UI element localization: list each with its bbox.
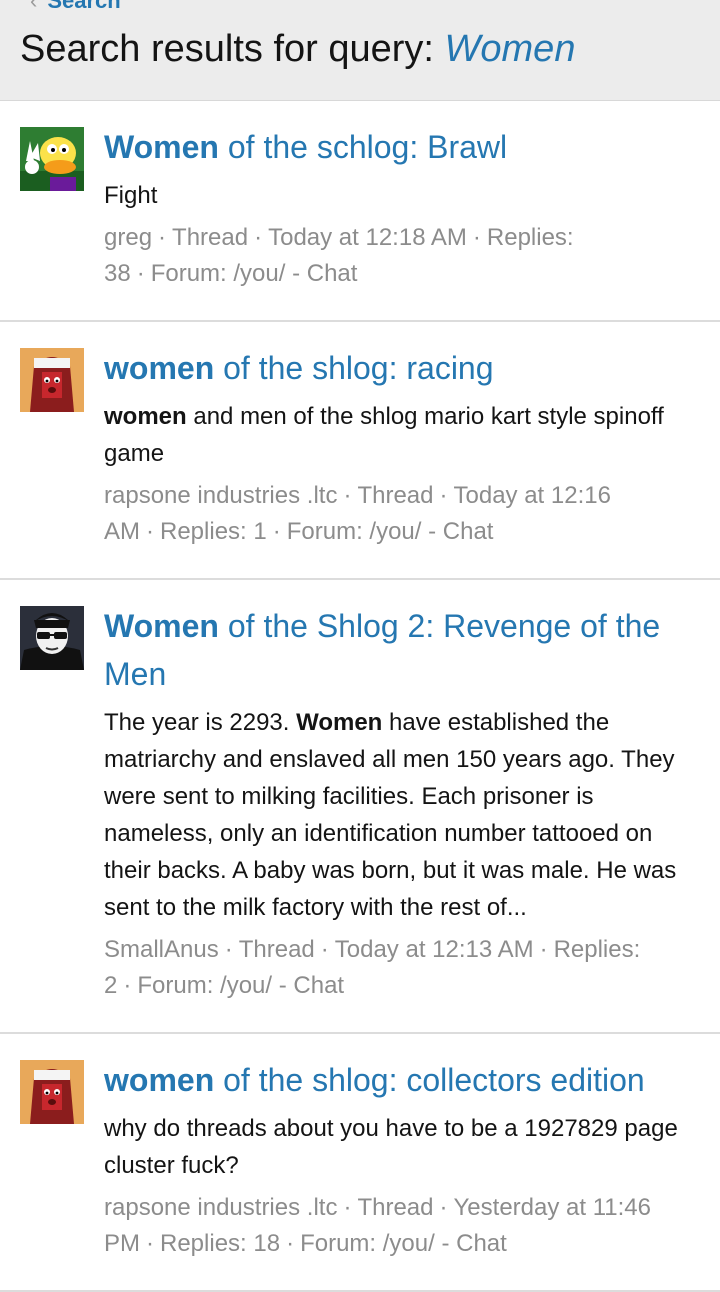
meta-separator: · [439, 482, 448, 509]
result-snippet: Fight [104, 177, 700, 214]
author-link[interactable]: rapsone industries .ltc [104, 1194, 337, 1221]
meta-separator: · [272, 518, 281, 545]
search-query[interactable]: Women [445, 28, 576, 70]
snippet-highlight: women [104, 403, 187, 430]
post-time: Today at 12:13 AM [334, 936, 534, 963]
snippet-text: Fight [104, 182, 158, 209]
snippet-text: and men of the shlog mario kart style sp… [104, 403, 664, 467]
search-result-item: women of the shlog: racing women and men… [0, 322, 720, 580]
result-title-link[interactable]: Women of the schlog: Brawl [104, 123, 700, 171]
meta-separator: · [136, 260, 145, 287]
result-title-link[interactable]: women of the shlog: racing [104, 344, 700, 392]
meta-separator: · [146, 518, 154, 545]
content-type: Thread [357, 482, 434, 509]
meta-separator: · [320, 936, 329, 963]
forum-link[interactable]: Forum: /you/ - Chat [137, 972, 344, 999]
hooded-avatar-icon [20, 348, 84, 412]
forum-link[interactable]: Forum: /you/ - Chat [151, 260, 358, 287]
back-label: Search [47, 0, 121, 13]
title-highlight: Women [104, 608, 219, 644]
duck-avatar-icon [20, 127, 84, 191]
search-results-list: Women of the schlog: Brawl Fight greg · Th… [0, 101, 720, 1292]
duck-avatar[interactable] [20, 127, 84, 191]
back-to-search-link[interactable]: ‹ Search [30, 0, 121, 14]
meta-separator: · [123, 972, 132, 999]
content-type: Thread [357, 1194, 434, 1221]
post-time: Today at 12:18 AM [268, 224, 467, 251]
meta-separator: · [224, 936, 233, 963]
title-highlight: Women [104, 129, 219, 165]
snippet-highlight: Women [296, 709, 383, 736]
page-title: Search results for query: Women [20, 28, 575, 71]
search-result-item: Women of the schlog: Brawl Fight greg · Th… [0, 101, 720, 322]
result-meta: rapsone industries .ltc · Thread · Today at … [104, 478, 700, 550]
title-rest: of the shlog: collectors edition [214, 1062, 645, 1098]
forum-link[interactable]: Forum: /you/ - Chat [287, 518, 494, 545]
result-snippet: why do threads about you have to be a 19… [104, 1110, 700, 1184]
sunglasses-avatar[interactable] [20, 606, 84, 670]
meta-separator: · [146, 1230, 154, 1257]
title-highlight: women [104, 350, 215, 386]
title-rest: of the shlog: racing [214, 350, 494, 386]
result-snippet: women and men of the shlog mario kart st… [104, 398, 700, 472]
hooded-avatar-icon [20, 1060, 84, 1124]
title-highlight: women [104, 1062, 215, 1098]
result-meta: SmallAnus · Thread · Today at 12:13 AM · Repli… [104, 932, 700, 1004]
title-rest: of the schlog: Brawl [218, 129, 508, 165]
result-meta: rapsone industries .ltc · Thread · Yesterday… [104, 1190, 700, 1262]
content-type: Thread [172, 224, 249, 251]
meta-separator: · [539, 936, 548, 963]
author-link[interactable]: greg [104, 224, 152, 251]
meta-separator: · [343, 1194, 352, 1221]
page-header: ‹ Search Search results for query: Women [0, 0, 720, 101]
meta-separator: · [472, 224, 481, 251]
search-result-item: Women of the Shlog 2: Revenge of the Men… [0, 580, 720, 1034]
meta-separator: · [158, 224, 167, 251]
result-meta: greg · Thread · Today at 12:18 AM · Replies: 3… [104, 220, 700, 292]
author-link[interactable]: rapsone industries .ltc [104, 482, 337, 509]
result-title-link[interactable]: women of the shlog: collectors edition [104, 1056, 700, 1104]
author-link[interactable]: SmallAnus [104, 936, 219, 963]
snippet-text: The year is 2293. [104, 709, 297, 736]
hooded-avatar[interactable] [20, 348, 84, 412]
forum-link[interactable]: Forum: /you/ - Chat [300, 1230, 507, 1257]
reply-count: Replies: 1 [160, 518, 267, 545]
meta-separator: · [254, 224, 263, 251]
snippet-text: have established the matriarchy and ensl… [104, 709, 677, 921]
content-type: Thread [238, 936, 315, 963]
sunglasses-avatar-icon [20, 606, 84, 670]
meta-separator: · [286, 1230, 295, 1257]
snippet-text: why do threads about you have to be a 19… [104, 1115, 678, 1179]
page-title-prefix: Search results for query: [20, 28, 434, 70]
search-result-item: women of the shlog: collectors edition w… [0, 1034, 720, 1292]
reply-count: Replies: 18 [160, 1230, 281, 1257]
result-title-link[interactable]: Women of the Shlog 2: Revenge of the Men [104, 602, 700, 698]
hooded-avatar[interactable] [20, 1060, 84, 1124]
meta-separator: · [343, 482, 352, 509]
chevron-left-icon: ‹ [30, 0, 38, 13]
result-snippet: The year is 2293. Women have established… [104, 704, 700, 926]
meta-separator: · [439, 1194, 448, 1221]
